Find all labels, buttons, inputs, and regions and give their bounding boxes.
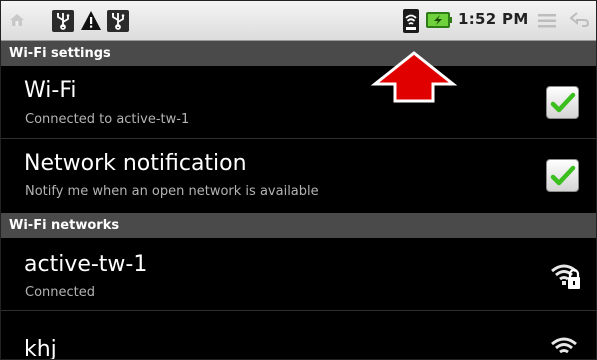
section-header-wifi-networks: Wi-Fi networks: [1, 213, 596, 238]
checkmark-icon: [550, 165, 576, 186]
setting-row-network-notification[interactable]: Network notification Notify me when an o…: [1, 139, 596, 212]
home-icon[interactable]: [9, 12, 25, 32]
warning-icon: [80, 10, 102, 36]
wifi-settings-screen: 1:52 PM Wi-Fi settings Wi-Fi Connected t…: [0, 0, 597, 360]
annotation-arrow-icon: [370, 50, 458, 108]
wifi-secured-icon: [549, 260, 583, 296]
wifi-signal-icon: [403, 9, 419, 37]
usb-icon: [107, 10, 129, 36]
network-row[interactable]: khj: [1, 311, 596, 360]
setting-summary: Notify me when an open network is availa…: [25, 184, 319, 199]
status-time: 1:52 PM: [458, 10, 529, 28]
network-ssid: active-tw-1: [24, 252, 148, 277]
checkmark-icon: [550, 92, 576, 113]
menu-icon[interactable]: [538, 13, 556, 32]
setting-summary: Connected to active-tw-1: [25, 112, 190, 127]
wifi-checkbox[interactable]: [546, 86, 579, 119]
network-notification-checkbox[interactable]: [546, 159, 579, 192]
status-bar: 1:52 PM: [1, 1, 596, 41]
setting-row-wifi[interactable]: Wi-Fi Connected to active-tw-1: [1, 66, 596, 138]
network-ssid: khj: [24, 337, 57, 360]
battery-charging-icon: [426, 12, 452, 32]
wifi-icon: [549, 333, 579, 359]
back-icon[interactable]: [569, 12, 590, 32]
setting-title: Network notification: [24, 151, 247, 176]
setting-title: Wi-Fi: [24, 78, 77, 103]
network-row[interactable]: active-tw-1 Connected: [1, 238, 596, 310]
section-header-wifi-settings: Wi-Fi settings: [1, 41, 596, 66]
usb-icon: [52, 10, 74, 36]
network-status: Connected: [25, 285, 96, 300]
